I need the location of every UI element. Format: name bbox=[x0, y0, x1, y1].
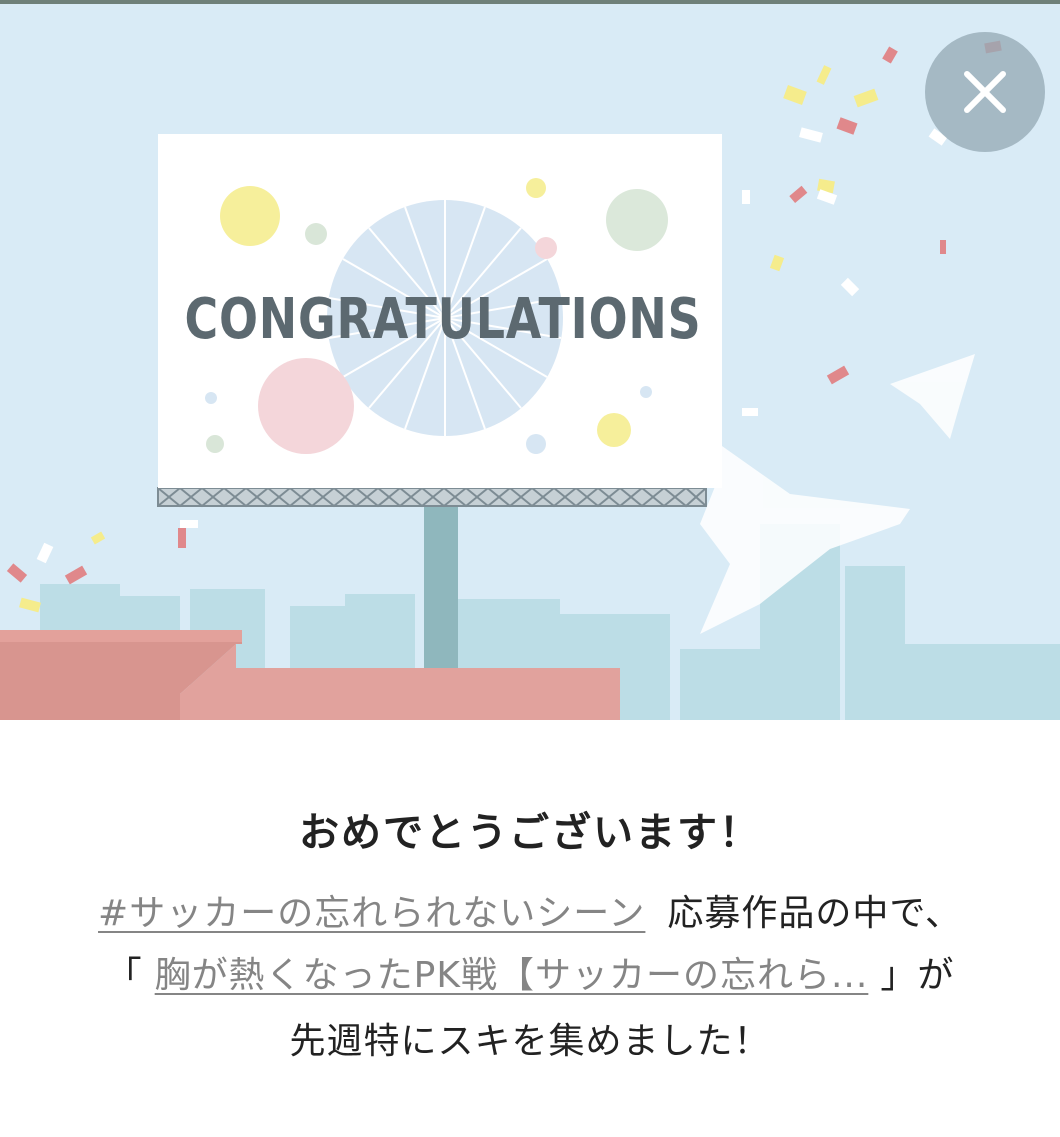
billboard-text: CONGRATULATIONS bbox=[184, 287, 701, 353]
hashtag-link[interactable]: #サッカーの忘れられないシーン bbox=[98, 893, 645, 934]
open-bracket: 「 bbox=[105, 955, 143, 996]
congratulations-illustration: CONGRATULATIONS bbox=[0, 4, 1060, 720]
congratulations-message: おめでとうございます！ #サッカーの忘れられないシーン 応募作品の中で、 「胸が熱… bbox=[0, 720, 1060, 1137]
message-line-2: 「胸が熱くなったPK戦【サッカーの忘れら... 」が bbox=[0, 946, 1060, 998]
close-icon bbox=[964, 71, 1006, 113]
message-line-3: 先週特にスキを集めました！ bbox=[289, 1021, 771, 1062]
close-bracket-text: 」が bbox=[880, 955, 955, 996]
article-link[interactable]: 胸が熱くなったPK戦【サッカーの忘れら... bbox=[155, 955, 869, 996]
message-line-1: #サッカーの忘れられないシーン 応募作品の中で、 bbox=[0, 884, 1060, 936]
close-button[interactable] bbox=[925, 32, 1045, 152]
after-hashtag-text: 応募作品の中で、 bbox=[667, 893, 962, 934]
billboard-scene: CONGRATULATIONS bbox=[0, 4, 1060, 720]
headline: おめでとうございます！ bbox=[299, 810, 761, 856]
